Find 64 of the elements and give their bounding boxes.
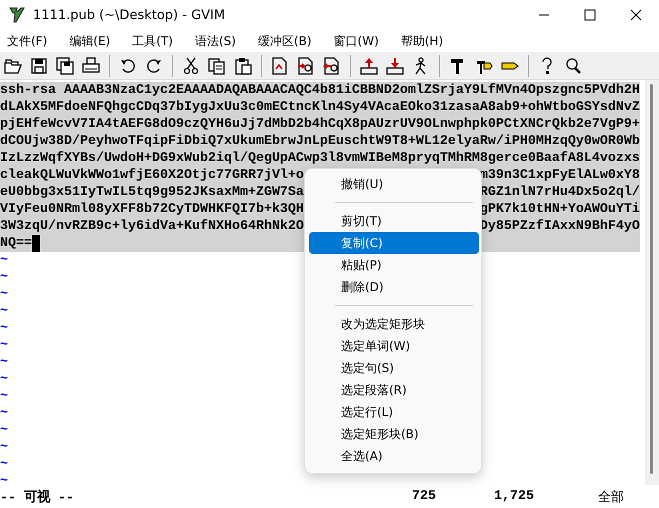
document-search-icon[interactable] <box>323 56 341 74</box>
empty-line-marker: ~ <box>0 423 8 438</box>
empty-line-marker: ~ <box>0 304 8 319</box>
empty-line-marker: ~ <box>0 474 8 485</box>
scrollbar[interactable] <box>645 80 659 485</box>
menu-item[interactable]: 复制(C) <box>309 232 479 254</box>
menu-item[interactable]: 全选(A) <box>309 445 479 467</box>
printer-icon[interactable] <box>82 56 100 74</box>
maximize-icon[interactable] <box>584 9 596 21</box>
copy-icon[interactable] <box>208 56 226 74</box>
menu-item[interactable]: 语法(S) <box>190 32 241 50</box>
text-line: cleakQLWuVkWWo1wfjE60X2Otjc77GRR7jVl+o <box>0 167 304 184</box>
menu-item[interactable]: 剪切(T) <box>309 210 479 232</box>
empty-line-marker: ~ <box>0 457 8 472</box>
document-search-icon[interactable] <box>297 56 315 74</box>
text-line: Dy85PZzfIAxxN9BhF4yO <box>480 218 640 235</box>
selection-count: 725 <box>412 489 437 504</box>
scissors-icon[interactable] <box>182 56 200 74</box>
scroll-position: 全部 <box>598 488 624 506</box>
menu-item[interactable]: 删除(D) <box>309 276 479 298</box>
menu-item[interactable]: 文件(F) <box>2 32 52 50</box>
download-icon[interactable] <box>386 56 404 74</box>
cursor-position: 1,725 <box>494 489 535 504</box>
text-line: 3W3zqU/nvRZB9c+ly6idVa+KufNXHo64RhNk2O <box>0 218 304 235</box>
empty-line-marker: ~ <box>0 321 8 336</box>
menu-item[interactable]: 选定段落(R) <box>309 379 479 401</box>
menu-item[interactable]: 缓冲区(B) <box>252 32 317 50</box>
window-title: 1111.pub (~\Desktop) - GVIM <box>33 8 226 22</box>
empty-line-marker: ~ <box>0 389 8 404</box>
empty-line-marker: ~ <box>0 406 8 421</box>
menu-item[interactable]: 编辑(E) <box>64 32 116 50</box>
menu-item[interactable]: 撤销(U) <box>309 173 479 195</box>
text-line: NQ== <box>0 235 32 252</box>
floppy-disks-icon[interactable] <box>56 56 74 74</box>
undo-icon[interactable] <box>119 56 137 74</box>
text-line: RGZ1nlN7rHu4Dx5o2ql/ <box>480 184 640 201</box>
text-line: VIyFeu0NRml08yXFF8b72CyTDWHKFQI7b+k3QH <box>0 201 304 218</box>
menu-item[interactable]: 窗口(W) <box>328 32 384 50</box>
redo-icon[interactable] <box>145 56 163 74</box>
empty-line-marker: ~ <box>0 440 8 455</box>
menu-item[interactable]: 选定行(L) <box>309 401 479 423</box>
text-line: eU0bbg3x51IyTwIL5tq9g952JKsaxMm+ZGW7Sa <box>0 184 304 201</box>
menu-item[interactable]: 粘贴(P) <box>309 254 479 276</box>
menu-item[interactable]: 选定矩形块(B) <box>309 423 479 445</box>
app-icon <box>8 6 26 24</box>
empty-line-marker: ~ <box>0 372 8 387</box>
text-line: gPK7k10tHN+YoAWOuYTi <box>480 201 640 218</box>
clipboard-icon[interactable] <box>234 56 252 74</box>
search-help-icon[interactable] <box>564 56 582 74</box>
menu-item[interactable]: 改为选定矩形块 <box>309 313 479 335</box>
upload-icon[interactable] <box>360 56 378 74</box>
empty-line-marker: ~ <box>0 287 8 302</box>
mode-indicator: -- 可视 -- <box>0 488 75 506</box>
empty-line-marker: ~ <box>0 338 8 353</box>
folder-icon[interactable] <box>4 56 22 74</box>
text-line: m39n3C1xpFyElALw0xY8 <box>480 167 640 184</box>
menu-item[interactable]: 选定单词(W) <box>309 335 479 357</box>
empty-line-marker: ~ <box>0 355 8 370</box>
empty-line-marker: ~ <box>0 253 8 268</box>
menu-item[interactable]: 工具(T) <box>127 32 178 50</box>
menu-item[interactable]: 选定句(S) <box>309 357 479 379</box>
menu-item[interactable]: 帮助(H) <box>396 32 448 50</box>
empty-line-marker: ~ <box>0 270 8 285</box>
close-icon[interactable] <box>630 9 642 21</box>
